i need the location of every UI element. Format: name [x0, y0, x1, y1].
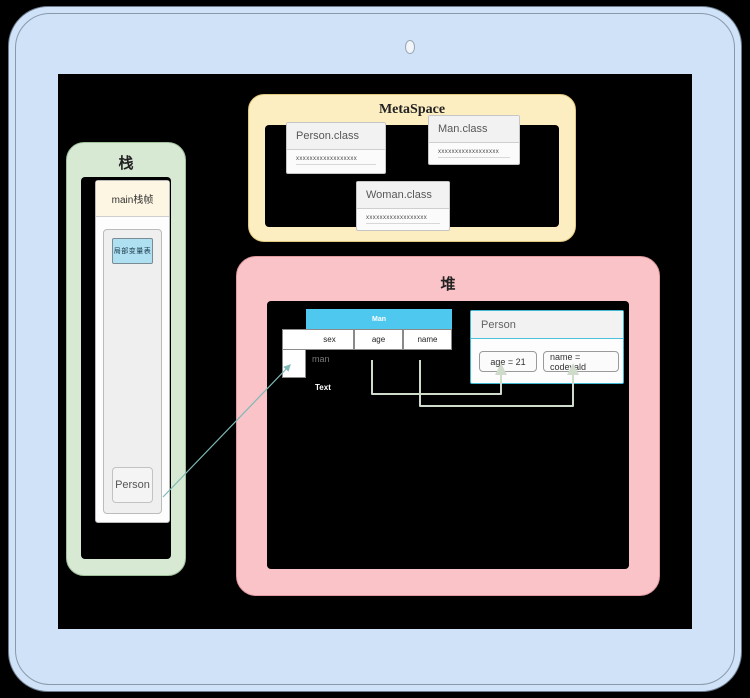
class-card-body: xxxxxxxxxxxxxxxxxx [366, 215, 440, 224]
metaspace-region-title: MetaSpace [378, 102, 446, 117]
man-table-header: Man [306, 309, 452, 329]
heap-person-object-name: Person [471, 311, 623, 339]
heap-region: 堆 [236, 256, 660, 596]
man-table-row-header-cell [282, 350, 306, 378]
class-card-man[interactable]: Man.class xxxxxxxxxxxxxxxxxx [428, 115, 520, 165]
man-object-table[interactable]: Man sex age name man [282, 309, 452, 378]
heap-region-title: 堆 [440, 277, 456, 293]
main-stack-frame-header: main栈帧 [96, 181, 169, 217]
stack-region-title: 栈 [118, 156, 134, 172]
class-card-woman[interactable]: Woman.class xxxxxxxxxxxxxxxxxx [356, 181, 450, 231]
man-table-corner-cell [282, 329, 306, 350]
class-card-name: Man.class [429, 116, 519, 143]
man-table-col-sex: sex [306, 329, 354, 350]
class-card-body: xxxxxxxxxxxxxxxxxx [438, 149, 510, 158]
class-card-person[interactable]: Person.class xxxxxxxxxxxxxxxxxx [286, 122, 386, 174]
heap-person-object[interactable]: Person age = 21 name = codevald [470, 310, 624, 384]
man-table-col-name: name [403, 329, 452, 350]
class-card-name: Woman.class [357, 182, 449, 209]
main-stack-frame-card[interactable]: main栈帧 局部变量表 Person [95, 180, 170, 523]
man-table-value-sex: man [312, 354, 330, 364]
class-card-name: Person.class [287, 123, 385, 150]
class-card-body: xxxxxxxxxxxxxxxxxx [296, 156, 376, 165]
man-table-column-row: sex age name [282, 329, 452, 350]
main-stack-frame-body: 局部变量表 Person [103, 229, 162, 514]
heap-person-field-age[interactable]: age = 21 [479, 351, 537, 372]
man-table-col-age: age [354, 329, 403, 350]
camera-dot-icon [405, 40, 415, 54]
heap-person-field-name[interactable]: name = codevald [543, 351, 619, 372]
stack-person-reference[interactable]: Person [112, 467, 153, 503]
man-table-caption: Text [315, 383, 331, 392]
local-variable-table-box[interactable]: 局部变量表 [112, 238, 153, 264]
